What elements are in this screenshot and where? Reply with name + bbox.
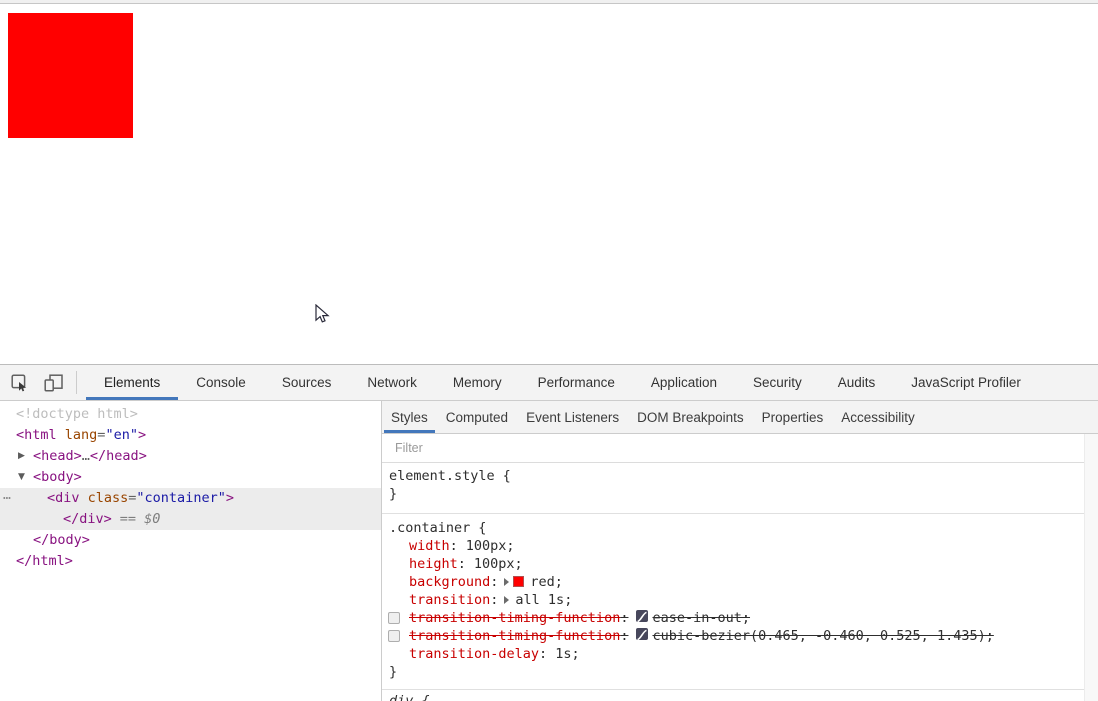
style-property-row[interactable]: width: 100px; [409,537,1085,555]
tab-dom-breakpoints[interactable]: DOM Breakpoints [630,401,751,433]
element-style-selector-row[interactable]: element.style{ [389,467,1085,485]
property-checkbox[interactable] [388,630,400,642]
tab-javascript-profiler[interactable]: JavaScript Profiler [893,365,1039,400]
styles-rules-list: element.style{ } .container{ width: 100px… [382,462,1085,701]
property-value: 100px; [473,556,523,572]
tab-sources[interactable]: Sources [264,365,350,400]
styles-filter-input[interactable] [393,440,697,456]
style-property-row-overridden[interactable]: transition-timing-function: ease-in-out; [388,609,1085,627]
tab-accessibility[interactable]: Accessibility [834,401,922,433]
property-value: 100px; [465,538,515,554]
bezier-curve-icon[interactable] [636,610,649,623]
page-top-border [0,0,1098,4]
element-style-close-row: } [389,486,398,502]
styles-filter-bar [382,434,1085,463]
dom-node-div-container[interactable]: … <div class="container"> [0,488,381,509]
tab-memory[interactable]: Memory [435,365,520,400]
tab-computed[interactable]: Computed [439,401,515,433]
tab-performance[interactable]: Performance [520,365,633,400]
tab-styles[interactable]: Styles [384,401,435,433]
expand-arrow-icon[interactable] [504,596,510,604]
property-value: 1s; [555,646,580,662]
next-rule-section-partial: div{ [382,690,1085,701]
rule-selector-row[interactable]: .container{ [389,519,1085,537]
style-property-row[interactable]: background: red; [409,573,1085,591]
toolbar-divider [76,371,77,394]
style-property-row[interactable]: height: 100px; [409,555,1085,573]
styles-scrollbar[interactable] [1084,434,1098,701]
color-swatch-red[interactable] [513,576,525,587]
property-name: transition [409,592,491,608]
bezier-curve-icon[interactable] [636,628,649,641]
selected-node-marker: == $0 [119,511,161,527]
dom-node-div-close[interactable]: </div> == $0 [0,509,381,530]
property-value: ease-in-out; [652,610,751,626]
dom-node-body[interactable]: ▼ <body> [0,467,381,488]
dom-node-html-close[interactable]: </html> [0,551,381,572]
property-checkbox[interactable] [388,612,400,624]
rule-close-row: } [389,664,398,680]
property-name: transition-timing-function [409,610,621,626]
expand-arrow-icon[interactable] [504,578,510,586]
inspect-element-icon[interactable] [6,365,34,400]
property-value: cubic-bezier(0.465, -0.460, 0.525, 1.435… [652,628,994,644]
dom-node-head[interactable]: ▶ <head>…</head> [0,446,381,467]
tab-application[interactable]: Application [633,365,735,400]
main-tab-bar: Elements Console Sources Network Memory … [86,365,1039,400]
property-name: transition-delay [409,646,540,662]
devtools-panel: Elements Console Sources Network Memory … [0,364,1098,701]
dom-node-html[interactable]: <html lang="en"> [0,425,381,446]
property-name: width [409,538,450,554]
property-name: transition-timing-function [409,628,621,644]
property-value: all 1s; [515,592,573,608]
dom-node-doctype[interactable]: <!doctype html> [0,404,381,425]
style-property-row-overridden[interactable]: transition-timing-function: cubic-bezier(… [388,627,1085,645]
property-name: height [409,556,458,572]
tab-elements[interactable]: Elements [86,365,179,400]
devtools-main-toolbar: Elements Console Sources Network Memory … [0,365,1098,401]
styles-sidebar: Styles Computed Event Listeners DOM Brea… [382,401,1098,701]
tab-properties[interactable]: Properties [755,401,831,433]
browser-page [0,0,1098,364]
red-container-div [8,13,133,138]
tab-security[interactable]: Security [735,365,820,400]
element-style-section: element.style{ } [382,462,1085,514]
tab-network[interactable]: Network [349,365,435,400]
dom-node-body-close[interactable]: </body> [0,530,381,551]
tab-audits[interactable]: Audits [820,365,894,400]
collapse-arrow-icon[interactable]: ▼ [18,467,25,488]
style-property-row[interactable]: transition: all 1s; [409,591,1085,609]
elements-tree-pane: <!doctype html> <html lang="en"> ▶ <head>… [0,401,382,701]
mouse-cursor [315,304,330,323]
property-name: background [409,574,491,590]
style-property-row[interactable]: transition-delay: 1s; [409,645,1085,663]
tab-event-listeners[interactable]: Event Listeners [519,401,626,433]
container-rule-section: .container{ width: 100px; height: 100px; b… [382,514,1085,690]
expand-arrow-icon[interactable]: ▶ [18,446,25,467]
gutter-ellipsis-icon[interactable]: … [3,485,12,506]
toggle-device-toolbar-icon[interactable] [40,365,68,400]
property-value: red; [530,574,563,590]
tab-console[interactable]: Console [178,365,264,400]
sidebar-tab-bar: Styles Computed Event Listeners DOM Brea… [382,401,1098,434]
